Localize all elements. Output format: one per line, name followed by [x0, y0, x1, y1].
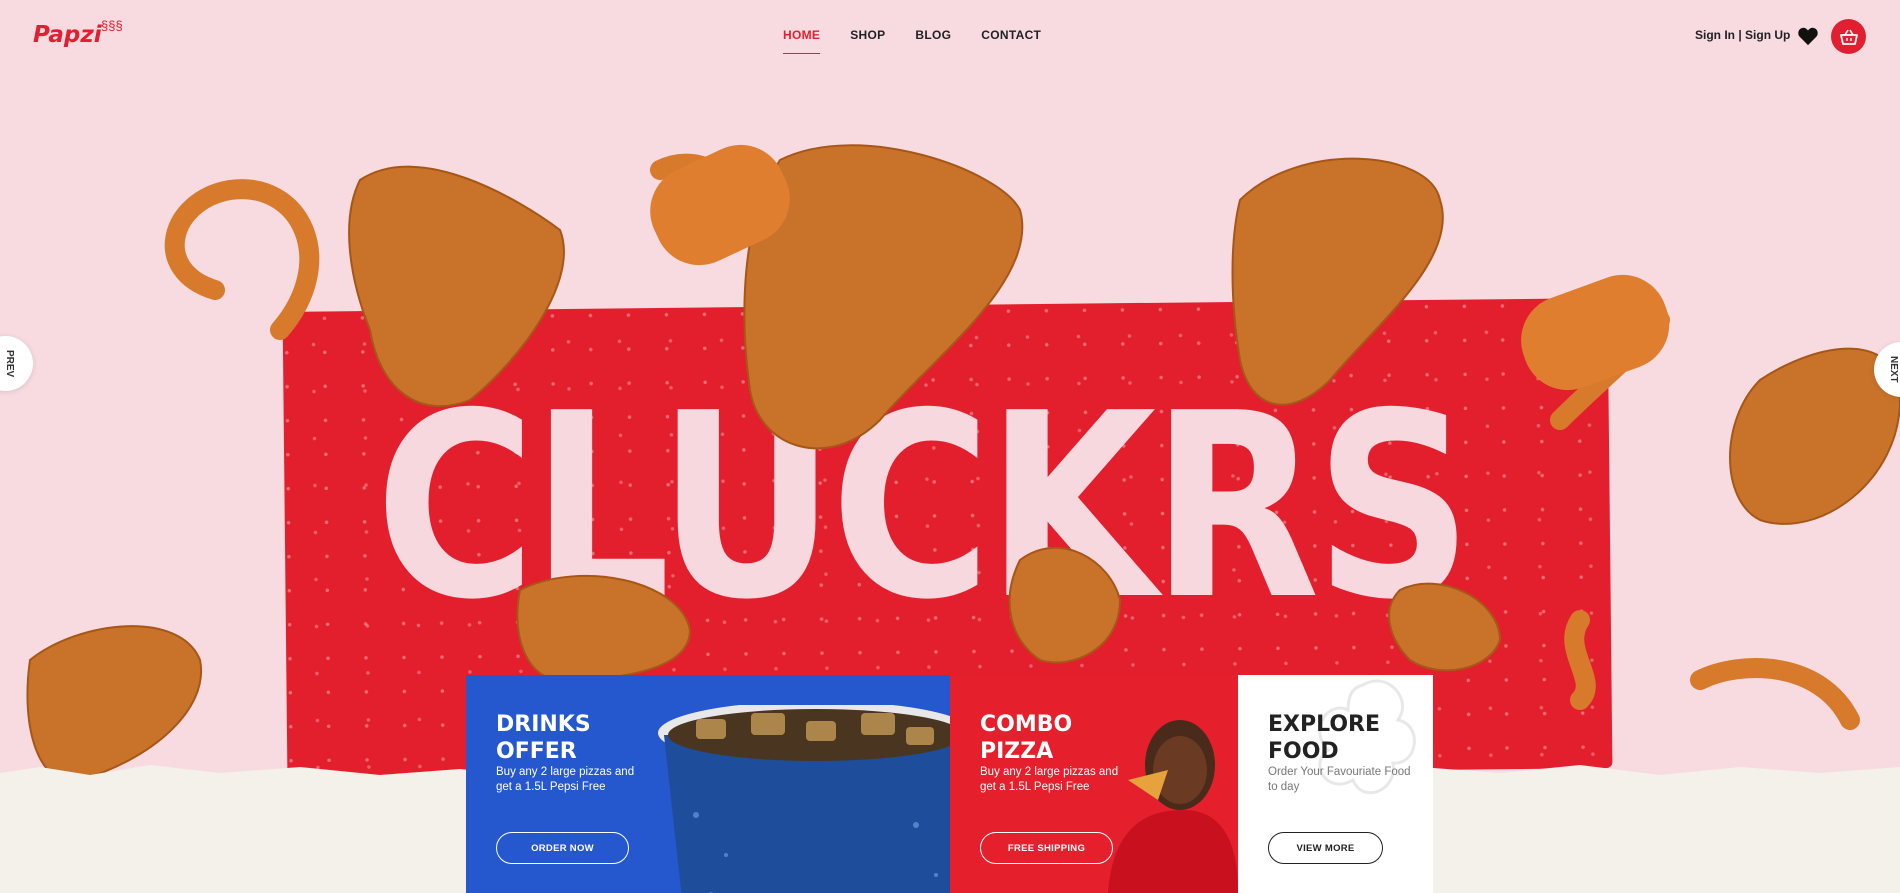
- order-now-button[interactable]: ORDER NOW: [496, 832, 629, 864]
- view-more-button[interactable]: VIEW MORE: [1268, 832, 1383, 864]
- basket-icon: [1839, 29, 1858, 45]
- promo-title: COMBO PIZZA: [980, 712, 1073, 764]
- logo[interactable]: Papzi: [33, 22, 102, 48]
- free-shipping-button[interactable]: FREE SHIPPING: [980, 832, 1113, 864]
- drink-cup-image: [658, 705, 950, 893]
- promo-text: Buy any 2 large pizzas and get a 1.5L Pe…: [496, 766, 635, 793]
- heart-icon[interactable]: [1797, 26, 1819, 46]
- nav-contact[interactable]: CONTACT: [981, 28, 1041, 54]
- nav-shop[interactable]: SHOP: [850, 28, 885, 54]
- next-label: NEXT: [1888, 356, 1899, 383]
- site-header: Papzi §§§ HOME SHOP BLOG CONTACT Sign In…: [0, 0, 1900, 72]
- promo-title: DRINKS OFFER: [496, 712, 591, 764]
- nav-home[interactable]: HOME: [783, 28, 821, 54]
- promo-card-explore: EXPLORE FOOD Order Your Favouriate Food t…: [1238, 675, 1433, 893]
- cart-button[interactable]: [1831, 19, 1866, 54]
- promo-title: EXPLORE FOOD: [1268, 712, 1381, 764]
- promo-text: Buy any 2 large pizzas and get a 1.5L Pe…: [980, 766, 1119, 793]
- promo-text: Order Your Favouriate Food to day: [1268, 766, 1411, 793]
- logo-steam-icon: §§§: [101, 18, 123, 33]
- sign-in-link[interactable]: Sign In | Sign Up: [1695, 28, 1790, 42]
- nav-blog[interactable]: BLOG: [915, 28, 951, 54]
- promo-card-combo: COMBO PIZZA Buy any 2 large pizzas and ge…: [950, 675, 1238, 893]
- promo-card-drinks: DRINKS OFFER Buy any 2 large pizzas and g…: [466, 675, 950, 893]
- prev-label: PREV: [4, 350, 15, 378]
- main-nav: HOME SHOP BLOG CONTACT: [783, 28, 1041, 54]
